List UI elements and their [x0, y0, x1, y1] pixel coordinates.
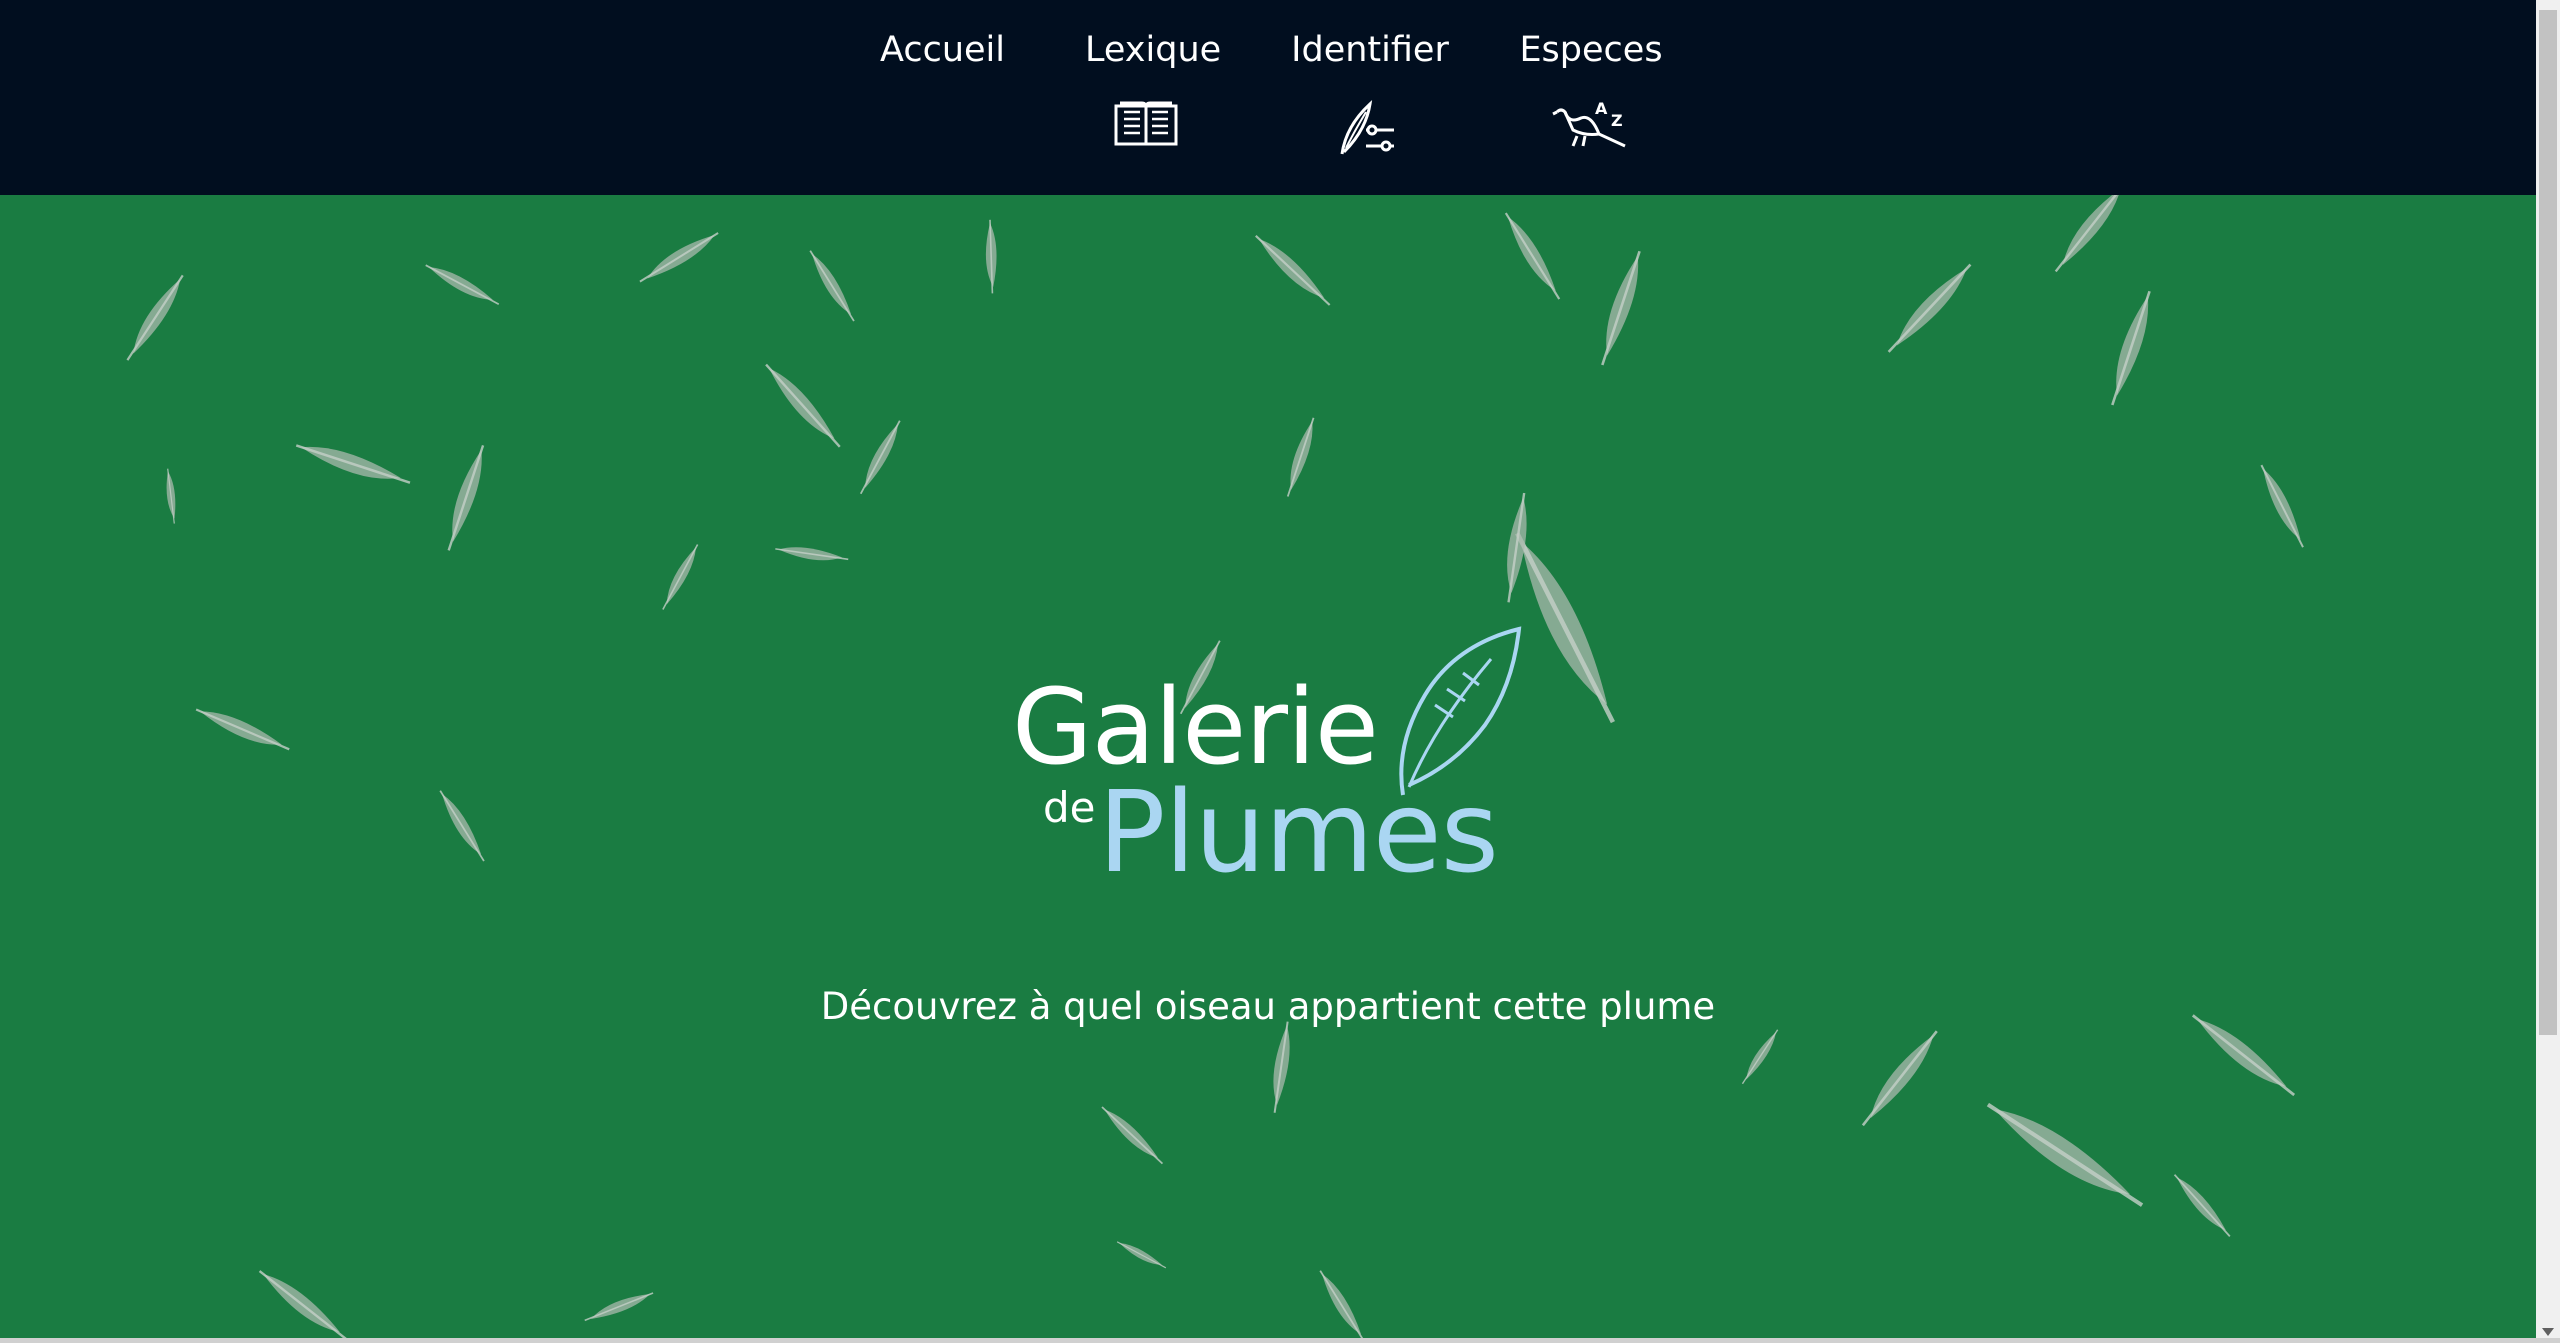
top-navigation-bar: Accueil Lexique Identifier Especes A Z — [0, 0, 2536, 195]
nav-lexique[interactable]: Lexique — [1085, 30, 1221, 70]
feather-filter-icon[interactable] — [1336, 96, 1400, 165]
logo-title-de: de — [1043, 783, 1096, 832]
hero-tagline: Découvrez à quel oiseau appartient cette… — [820, 985, 1716, 1028]
vertical-scrollbar[interactable] — [2536, 0, 2560, 1338]
scroll-down-arrow-icon[interactable] — [2542, 1328, 2554, 1336]
bird-az-icon[interactable]: A Z — [1551, 96, 1631, 157]
window-bottom-border — [0, 1338, 2560, 1343]
hero-section: Galerie de Plumes Découvrez à quel oisea… — [0, 195, 2536, 1338]
nav-accueil[interactable]: Accueil — [880, 30, 1005, 70]
scrollbar-thumb[interactable] — [2539, 10, 2557, 1035]
svg-text:Z: Z — [1611, 111, 1623, 130]
nav-identifier[interactable]: Identifier — [1290, 30, 1450, 70]
logo-title-galerie: Galerie — [1012, 666, 1379, 788]
logo-title-plumes: Plumes — [1098, 768, 1499, 898]
nav-especes[interactable]: Especes — [1515, 30, 1667, 70]
svg-text:A: A — [1595, 99, 1608, 118]
book-icon[interactable] — [1112, 100, 1180, 153]
